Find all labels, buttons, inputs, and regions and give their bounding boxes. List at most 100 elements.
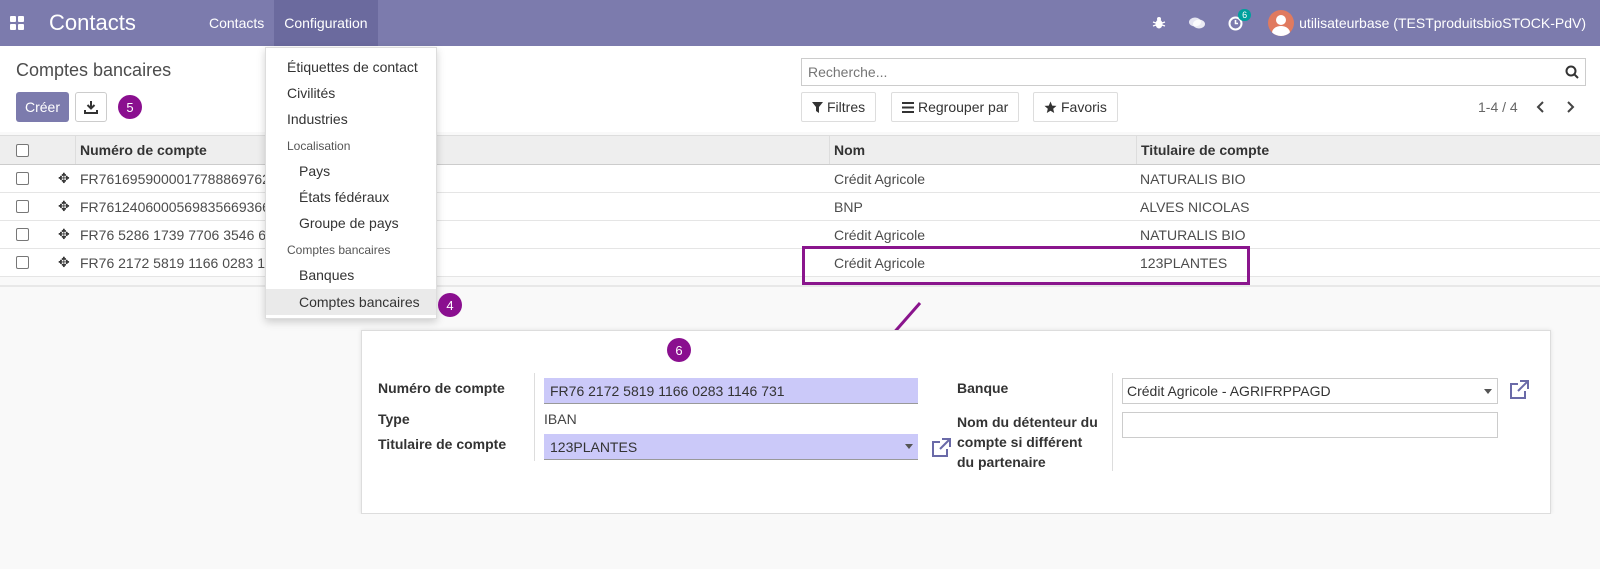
- holder-label: Titulaire de compte: [378, 436, 507, 452]
- row-checkbox-cell: [16, 221, 29, 248]
- navbar-systray: 6 utilisateurbase (TESTproduitsbioSTOCK-…: [1140, 0, 1600, 46]
- row-checkbox[interactable]: [16, 172, 29, 185]
- control-panel: Comptes bancaires Créer 5 Filtres Regrou…: [0, 46, 1600, 132]
- select-all-checkbox[interactable]: [16, 143, 29, 157]
- table-row[interactable]: ✥ FR76 2172 5819 1166 0283 11 Crédit Agr…: [0, 249, 1600, 277]
- drag-handle-icon[interactable]: ✥: [58, 249, 70, 276]
- drag-handle-icon[interactable]: ✥: [58, 165, 70, 192]
- row-checkbox-cell: [16, 193, 29, 220]
- chevron-down-icon: [905, 444, 913, 449]
- menu-header-bank-accounts: Comptes bancaires: [287, 243, 391, 257]
- activity-clock-icon[interactable]: 6: [1216, 8, 1254, 31]
- filters-button[interactable]: Filtres: [801, 92, 877, 122]
- drag-handle-icon[interactable]: ✥: [58, 221, 70, 248]
- create-button[interactable]: Créer: [16, 92, 69, 122]
- export-button[interactable]: [75, 92, 107, 122]
- star-icon: [1044, 101, 1057, 113]
- column-header-name[interactable]: Nom: [834, 136, 865, 164]
- table-bottom-border: [0, 285, 1600, 287]
- row-checkbox-cell: [16, 249, 29, 276]
- discuss-chat-icon[interactable]: [1178, 16, 1216, 30]
- row-checkbox[interactable]: [16, 256, 29, 269]
- menu-item-states[interactable]: États fédéraux: [266, 184, 436, 210]
- group-by-label: Regrouper par: [918, 99, 1009, 115]
- holder-select[interactable]: 123PLANTES: [544, 434, 918, 460]
- step-marker-6: 6: [667, 338, 691, 362]
- menu-item-titles[interactable]: Civilités: [266, 80, 436, 106]
- external-link-icon[interactable]: [1508, 379, 1530, 401]
- header-checkbox-cell: [16, 136, 29, 164]
- highlight-box: [802, 246, 1250, 285]
- chevron-down-icon: [1484, 389, 1492, 394]
- holder-name-label-line2: compte si différent: [957, 434, 1083, 450]
- apps-menu-icon[interactable]: [10, 16, 24, 30]
- pager-previous-icon[interactable]: [1532, 98, 1550, 116]
- download-icon: [84, 101, 98, 114]
- column-divider: [829, 136, 830, 164]
- menu-item-contact-tags[interactable]: Étiquettes de contact: [266, 54, 436, 80]
- pager-value[interactable]: 1-4 / 4: [1478, 99, 1518, 115]
- row-checkbox[interactable]: [16, 228, 29, 241]
- filter-icon: [812, 101, 823, 113]
- menu-item-banks[interactable]: Banques: [266, 262, 436, 288]
- holder-name-label-line3: du partenaire: [957, 454, 1046, 470]
- row-holder: ALVES NICOLAS: [1140, 198, 1250, 215]
- menu-item-bank-accounts[interactable]: Comptes bancaires: [266, 289, 436, 315]
- search-icon[interactable]: [1559, 65, 1585, 79]
- row-holder: NATURALIS BIO: [1140, 170, 1246, 187]
- bank-account-form: 6 Numéro de compte FR76 2172 5819 1166 0…: [361, 330, 1551, 514]
- column-divider: [1136, 136, 1137, 164]
- list-bars-icon: [902, 101, 914, 113]
- type-label: Type: [378, 411, 410, 427]
- bank-select[interactable]: Crédit Agricole - AGRIFRPPAGD: [1122, 378, 1498, 404]
- field-separator: [1112, 373, 1113, 471]
- row-bank: BNP: [834, 198, 863, 215]
- row-bank: Crédit Agricole: [834, 226, 926, 243]
- row-account: FR7612406000569835669366: [80, 198, 270, 215]
- search-input[interactable]: [802, 59, 1559, 85]
- pager-next-icon[interactable]: [1561, 98, 1579, 116]
- holder-name-input[interactable]: [1122, 412, 1498, 438]
- table-row[interactable]: ✥ FR7612406000569835669366 BNP ALVES NIC…: [0, 193, 1600, 221]
- row-bank: Crédit Agricole: [834, 170, 926, 187]
- column-header-holder[interactable]: Titulaire de compte: [1141, 136, 1269, 164]
- debug-bug-icon[interactable]: [1140, 16, 1178, 30]
- table-row[interactable]: ✥ FR7616959000017788869762 Crédit Agrico…: [0, 165, 1600, 193]
- column-header-account[interactable]: Numéro de compte: [80, 136, 207, 164]
- account-number-input[interactable]: FR76 2172 5819 1166 0283 1146 731: [544, 378, 918, 404]
- row-checkbox[interactable]: [16, 200, 29, 213]
- row-account: FR76 2172 5819 1166 0283 11: [80, 254, 270, 271]
- menu-item-country-groups[interactable]: Groupe de pays: [266, 210, 436, 236]
- step-marker-5: 5: [118, 95, 142, 119]
- table-row[interactable]: ✥ FR76 5286 1739 7706 3546 60 Crédit Agr…: [0, 221, 1600, 249]
- step-marker-4: 4: [438, 293, 462, 317]
- page-background: [0, 514, 1600, 569]
- favorites-button[interactable]: Favoris: [1033, 92, 1118, 122]
- table-header: Numéro de compte Nom Titulaire de compte: [0, 135, 1600, 165]
- bank-select-value: Crédit Agricole - AGRIFRPPAGD: [1127, 383, 1331, 399]
- row-holder: NATURALIS BIO: [1140, 226, 1246, 243]
- row-account: FR76 5286 1739 7706 3546 60: [80, 226, 270, 243]
- bank-accounts-table: Numéro de compte Nom Titulaire de compte…: [0, 135, 1600, 277]
- user-menu[interactable]: utilisateurbase (TESTproduitsbioSTOCK-Pd…: [1299, 15, 1586, 31]
- type-value: IBAN: [544, 411, 577, 427]
- configuration-dropdown: Étiquettes de contact Civilités Industri…: [265, 47, 437, 319]
- account-number-label: Numéro de compte: [378, 380, 505, 396]
- menu-item-countries[interactable]: Pays: [266, 158, 436, 184]
- drag-handle-icon[interactable]: ✥: [58, 193, 70, 220]
- filters-label: Filtres: [827, 99, 866, 115]
- menu-contacts[interactable]: Contacts: [199, 0, 274, 46]
- favorites-label: Favoris: [1061, 99, 1107, 115]
- menu-configuration[interactable]: Configuration: [274, 0, 378, 46]
- holder-name-label-line1: Nom du détenteur du: [957, 414, 1098, 430]
- row-checkbox-cell: [16, 165, 29, 192]
- group-by-button[interactable]: Regrouper par: [891, 92, 1020, 122]
- external-link-icon[interactable]: [930, 437, 952, 459]
- field-separator: [534, 373, 535, 461]
- menu-item-industries[interactable]: Industries: [266, 106, 436, 132]
- row-account: FR7616959000017788869762: [80, 170, 270, 187]
- top-navbar: Contacts Contacts Configuration 6 utilis…: [0, 0, 1600, 46]
- user-avatar[interactable]: [1268, 10, 1295, 36]
- bank-label: Banque: [957, 380, 1009, 396]
- app-title[interactable]: Contacts: [49, 10, 199, 36]
